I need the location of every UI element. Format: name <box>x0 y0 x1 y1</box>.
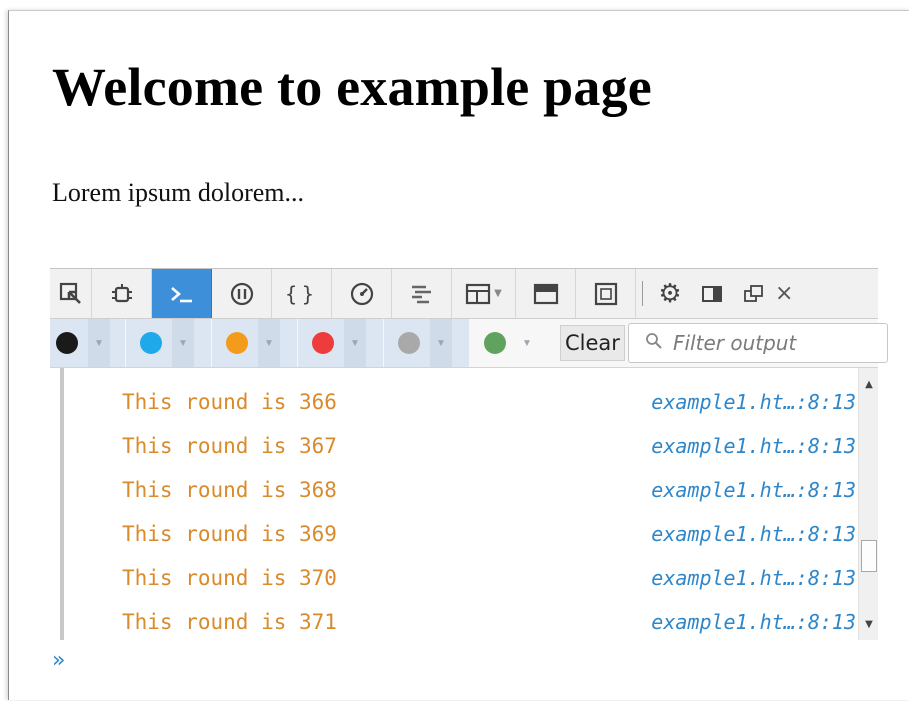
devtools-toolbar: {} ▼ ⚙ × <box>50 269 878 319</box>
frame-select-button[interactable]: ▼ <box>452 269 516 318</box>
page-paragraph: Lorem ipsum dolorem... <box>52 178 305 207</box>
chevron-down-icon[interactable]: ▼ <box>258 319 280 367</box>
bug-icon <box>110 282 134 306</box>
console-message-text: This round is 366 <box>122 390 337 414</box>
chevron-down-icon[interactable]: ▼ <box>172 319 194 367</box>
console-message-source-link[interactable]: example1.ht…:8:13 <box>651 434 856 458</box>
pause-tool-button[interactable] <box>212 269 272 318</box>
console-output: This round is 366 example1.ht…:8:13 This… <box>50 368 878 640</box>
frame-dropdown-icon <box>465 282 491 306</box>
console-tool-button[interactable] <box>152 269 212 318</box>
net-dot-icon <box>56 332 78 354</box>
page-title: Welcome to example page <box>52 57 652 117</box>
server-dot-icon <box>484 332 506 354</box>
network-tool-button[interactable] <box>392 269 452 318</box>
logging-dot-icon <box>398 332 420 354</box>
scroll-up-arrow-icon[interactable]: ▲ <box>859 374 878 394</box>
dock-side-icon <box>701 284 723 304</box>
console-message-source-link[interactable]: example1.ht…:8:13 <box>651 522 856 546</box>
console-message-source-link[interactable]: example1.ht…:8:13 <box>651 390 856 414</box>
dock-side-button[interactable] <box>691 269 733 318</box>
console-message-text: This round is 369 <box>122 522 337 546</box>
gauge-icon <box>349 281 375 307</box>
console-message-row: This round is 366 example1.ht…:8:13 <box>50 382 856 426</box>
output-scrollbar[interactable]: ▲ ▼ <box>858 368 878 640</box>
performance-tool-button[interactable] <box>332 269 392 318</box>
css-dot-icon <box>140 332 162 354</box>
devtools-panel: {} ▼ ⚙ × ▼ ▼ ▼ ▼ ▼ ▼ Clear Filter output… <box>50 268 888 640</box>
console-message-text: This round is 370 <box>122 566 337 590</box>
console-message-text: This round is 371 <box>122 610 337 634</box>
console-message-row: This round is 367 example1.ht…:8:13 <box>50 426 856 470</box>
screenshot-icon <box>593 282 619 306</box>
toolbar-divider <box>642 281 643 306</box>
search-icon <box>629 332 671 355</box>
filter-net-button[interactable]: ▼ <box>50 319 126 367</box>
console-input-prompt[interactable]: » <box>52 648 65 673</box>
filter-server-button[interactable]: ▼ <box>470 319 556 367</box>
filter-js-button[interactable]: ▼ <box>212 319 298 367</box>
waterfall-icon <box>409 282 435 306</box>
console-message-source-link[interactable]: example1.ht…:8:13 <box>651 566 856 590</box>
scrollbar-thumb[interactable] <box>861 540 877 572</box>
close-devtools-button[interactable]: × <box>775 269 805 318</box>
chevron-down-icon[interactable]: ▼ <box>88 319 110 367</box>
security-dot-icon <box>312 332 334 354</box>
console-filter-bar: ▼ ▼ ▼ ▼ ▼ ▼ Clear <box>50 319 888 368</box>
scroll-down-arrow-icon[interactable]: ▼ <box>859 614 878 634</box>
filter-output-box[interactable] <box>628 323 888 363</box>
chevron-down-icon[interactable]: ▼ <box>516 319 538 367</box>
console-message-source-link[interactable]: example1.ht…:8:13 <box>651 478 856 502</box>
filter-logging-button[interactable]: ▼ <box>384 319 470 367</box>
filter-css-button[interactable]: ▼ <box>126 319 212 367</box>
undock-icon <box>743 284 765 304</box>
chevron-down-icon[interactable]: ▼ <box>430 319 452 367</box>
filter-output-input[interactable] <box>671 330 865 356</box>
console-message-text: This round is 368 <box>122 478 337 502</box>
js-dot-icon <box>226 332 248 354</box>
undock-button[interactable] <box>733 269 775 318</box>
inspector-tool-button[interactable] <box>50 269 92 318</box>
pick-element-icon <box>59 282 83 306</box>
console-message-row: This round is 368 example1.ht…:8:13 <box>50 470 856 514</box>
pause-icon <box>229 281 255 307</box>
prompt-chevron-icon: » <box>52 648 66 673</box>
console-prompt-icon <box>168 282 196 306</box>
screenshot-tool-button[interactable] <box>576 269 636 318</box>
console-message-source-link[interactable]: example1.ht…:8:13 <box>651 610 856 634</box>
console-message-row: This round is 369 example1.ht…:8:13 <box>50 514 856 558</box>
chevron-down-icon: ▼ <box>494 288 502 299</box>
gear-icon: ⚙ <box>658 278 682 309</box>
close-icon: × <box>775 281 794 306</box>
style-editor-tool-button[interactable]: {} <box>272 269 332 318</box>
filter-security-button[interactable]: ▼ <box>298 319 384 367</box>
console-message-row: This round is 370 example1.ht…:8:13 <box>50 558 856 602</box>
responsive-icon <box>533 282 559 306</box>
braces-icon: {} <box>284 281 319 306</box>
chevron-down-icon[interactable]: ▼ <box>344 319 366 367</box>
clear-button[interactable]: Clear <box>560 325 625 361</box>
responsive-tool-button[interactable] <box>516 269 576 318</box>
console-message-row: This round is 371 example1.ht…:8:13 <box>50 602 856 640</box>
settings-button[interactable]: ⚙ <box>649 269 691 318</box>
console-message-text: This round is 367 <box>122 434 337 458</box>
debugger-tool-button[interactable] <box>92 269 152 318</box>
